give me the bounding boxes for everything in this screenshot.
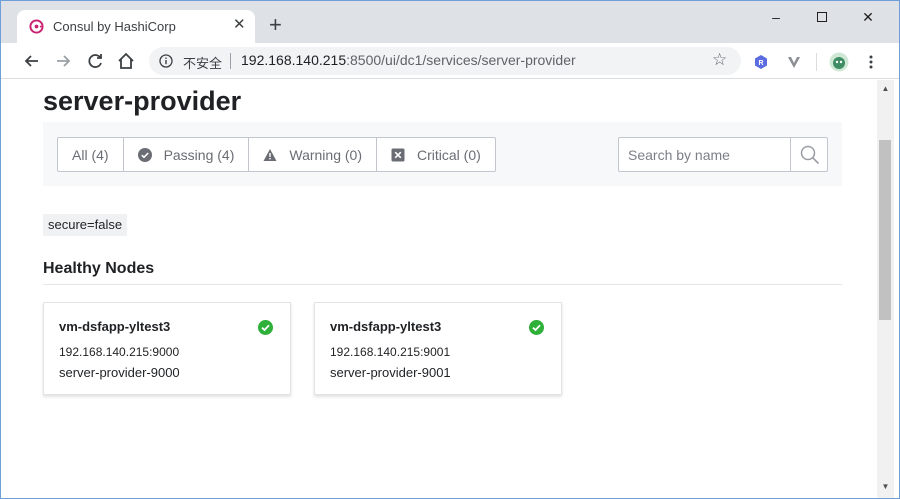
toolbar-separator (816, 53, 817, 71)
bookmark-star-icon[interactable]: ☆ (712, 50, 727, 70)
address-bar[interactable]: 不安全 192.168.140.215:8500/ui/dc1/services… (149, 47, 741, 75)
page-title: server-provider (43, 86, 242, 116)
new-tab-button[interactable]: + (269, 14, 282, 36)
node-address: 192.168.140.215:9000 (59, 345, 180, 359)
minimize-button[interactable]: – (753, 5, 799, 31)
search-icon (800, 145, 820, 165)
scroll-thumb[interactable] (879, 140, 891, 320)
url-host: 192.168.140.215 (241, 52, 347, 68)
warning-icon (263, 148, 277, 161)
filter-passing[interactable]: Passing (4) (122, 138, 249, 171)
scroll-up-icon[interactable]: ▲ (877, 82, 894, 96)
health-filter-group: All (4) Passing (4) Warning (0) Critical… (57, 137, 496, 172)
filter-all-label: All (4) (72, 146, 109, 163)
maximize-button[interactable] (799, 5, 845, 31)
search-input[interactable] (619, 138, 790, 171)
title-bar: Consul by HashiCorp ✕ + – ✕ (1, 1, 899, 43)
browser-window: Consul by HashiCorp ✕ + – ✕ 不安全 192.168.… (0, 0, 900, 499)
filter-all[interactable]: All (4) (58, 138, 123, 171)
security-label: 不安全 (183, 56, 223, 71)
browser-tab[interactable]: Consul by HashiCorp ✕ (17, 10, 255, 43)
passing-check-icon (529, 320, 544, 335)
filter-bar: All (4) Passing (4) Warning (0) Critical… (43, 122, 842, 186)
node-card[interactable]: vm-dsfapp-yltest3 192.168.140.215:9000 s… (43, 302, 291, 395)
url-text[interactable]: 192.168.140.215:8500/ui/dc1/services/ser… (241, 52, 576, 68)
node-name[interactable]: vm-dsfapp-yltest3 (330, 319, 441, 334)
section-title-healthy-nodes: Healthy Nodes (43, 260, 155, 277)
filter-warning[interactable]: Warning (0) (248, 138, 376, 171)
filter-passing-label: Passing (4) (163, 146, 235, 163)
section-divider (43, 284, 842, 285)
tab-close-icon[interactable]: ✕ (233, 16, 246, 34)
home-icon[interactable] (115, 50, 137, 72)
profile-avatar-icon[interactable] (829, 52, 849, 72)
filter-critical[interactable]: Critical (0) (376, 138, 495, 171)
service-id: server-provider-9001 (330, 365, 451, 380)
service-tag: secure=false (43, 214, 128, 236)
close-window-button[interactable]: ✕ (845, 5, 891, 31)
page-scrollbar[interactable]: ▲ ▼ (877, 80, 894, 498)
info-icon[interactable] (159, 54, 173, 68)
passing-check-icon (258, 320, 273, 335)
filter-critical-label: Critical (0) (417, 146, 481, 163)
address-separator (230, 53, 231, 69)
tab-title: Consul by HashiCorp (53, 19, 176, 34)
service-id: server-provider-9000 (59, 365, 180, 380)
search-button[interactable] (790, 138, 827, 171)
node-card[interactable]: vm-dsfapp-yltest3 192.168.140.215:9001 s… (314, 302, 562, 395)
filter-warning-label: Warning (0) (289, 146, 362, 163)
url-path: :8500/ui/dc1/services/server-provider (346, 52, 576, 68)
node-name[interactable]: vm-dsfapp-yltest3 (59, 319, 170, 334)
node-address: 192.168.140.215:9001 (330, 345, 451, 359)
back-icon[interactable] (21, 50, 43, 72)
menu-kebab-icon[interactable] (863, 54, 879, 70)
maximize-icon (817, 12, 827, 22)
reload-icon[interactable] (84, 50, 106, 72)
forward-icon[interactable] (52, 50, 74, 72)
page-content: server-provider All (4) Passing (4) Warn… (8, 80, 877, 498)
extension-v-icon[interactable] (786, 54, 802, 70)
critical-icon (391, 148, 405, 161)
scroll-down-icon[interactable]: ▼ (877, 480, 894, 494)
consul-favicon-icon (29, 19, 44, 34)
svg-text:R: R (758, 60, 763, 67)
browser-toolbar: 不安全 192.168.140.215:8500/ui/dc1/services… (1, 43, 899, 79)
search-box (618, 137, 828, 172)
extension-hexagon-icon[interactable]: R (753, 54, 769, 70)
check-circle-icon (137, 147, 152, 162)
